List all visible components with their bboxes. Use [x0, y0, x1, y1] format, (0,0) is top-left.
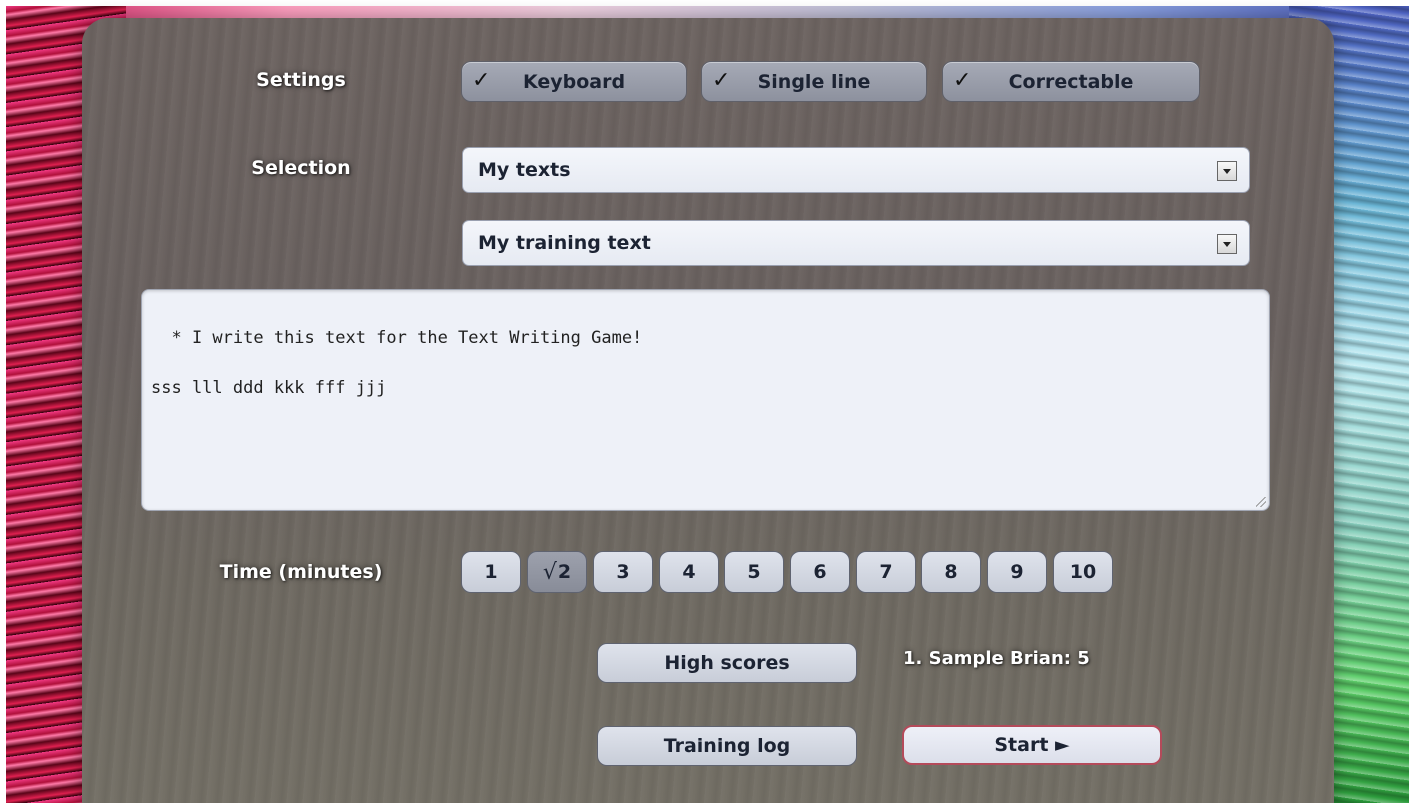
time-option-label: 6 — [813, 561, 827, 583]
time-option-label: 2 — [557, 561, 572, 583]
training-log-button[interactable]: Training log — [597, 726, 857, 766]
training-text-content: * I write this text for the Text Writing… — [151, 328, 643, 398]
start-button[interactable]: Start ► — [902, 725, 1162, 765]
check-icon: ✓ — [712, 68, 731, 93]
time-option-4[interactable]: 4 — [659, 551, 719, 593]
time-option-6[interactable]: 6 — [790, 551, 850, 593]
time-option-5[interactable]: 5 — [724, 551, 784, 593]
time-option-label: 8 — [944, 561, 958, 583]
time-option-label: 5 — [747, 561, 761, 583]
toggle-correctable-label: Correctable — [1008, 70, 1134, 93]
training-log-button-label: Training log — [663, 735, 791, 757]
high-score-entry: 1. Sample Brian: 5 — [903, 648, 1090, 669]
training-text-editor[interactable]: * I write this text for the Text Writing… — [141, 289, 1270, 511]
selection-label: Selection — [251, 157, 351, 179]
chevron-down-icon[interactable] — [1217, 234, 1237, 254]
text-select-value: My training text — [478, 232, 651, 254]
resize-grip-icon[interactable] — [1256, 497, 1266, 507]
time-option-10[interactable]: 10 — [1053, 551, 1113, 593]
high-scores-button-label: High scores — [664, 652, 790, 674]
time-option-7[interactable]: 7 — [856, 551, 916, 593]
toggle-correctable[interactable]: ✓ Correctable — [942, 61, 1200, 102]
settings-label: Settings — [256, 69, 346, 91]
time-option-label: 7 — [879, 561, 893, 583]
time-option-2[interactable]: √ 2 — [527, 551, 587, 593]
category-select-value: My texts — [478, 159, 571, 181]
chevron-down-icon[interactable] — [1217, 161, 1237, 181]
time-option-label: 9 — [1010, 561, 1024, 583]
time-label: Time (minutes) — [219, 561, 383, 583]
toggle-keyboard[interactable]: ✓ Keyboard — [461, 61, 687, 102]
start-button-label: Start ► — [994, 734, 1070, 756]
time-option-label: 10 — [1069, 561, 1097, 583]
category-select[interactable]: My texts — [462, 147, 1250, 193]
toggle-keyboard-label: Keyboard — [522, 70, 626, 93]
time-option-9[interactable]: 9 — [987, 551, 1047, 593]
check-icon: ✓ — [953, 68, 972, 93]
high-scores-button[interactable]: High scores — [597, 643, 857, 683]
text-select[interactable]: My training text — [462, 220, 1250, 266]
check-icon: ✓ — [472, 68, 491, 93]
time-option-label: 4 — [682, 561, 696, 583]
toggle-single-line-label: Single line — [757, 70, 871, 93]
time-option-label: 1 — [484, 561, 498, 583]
toggle-single-line[interactable]: ✓ Single line — [701, 61, 927, 102]
time-option-1[interactable]: 1 — [461, 551, 521, 593]
time-option-8[interactable]: 8 — [921, 551, 981, 593]
time-option-label: 3 — [616, 561, 630, 583]
check-icon: √ — [542, 559, 557, 585]
time-option-3[interactable]: 3 — [593, 551, 653, 593]
